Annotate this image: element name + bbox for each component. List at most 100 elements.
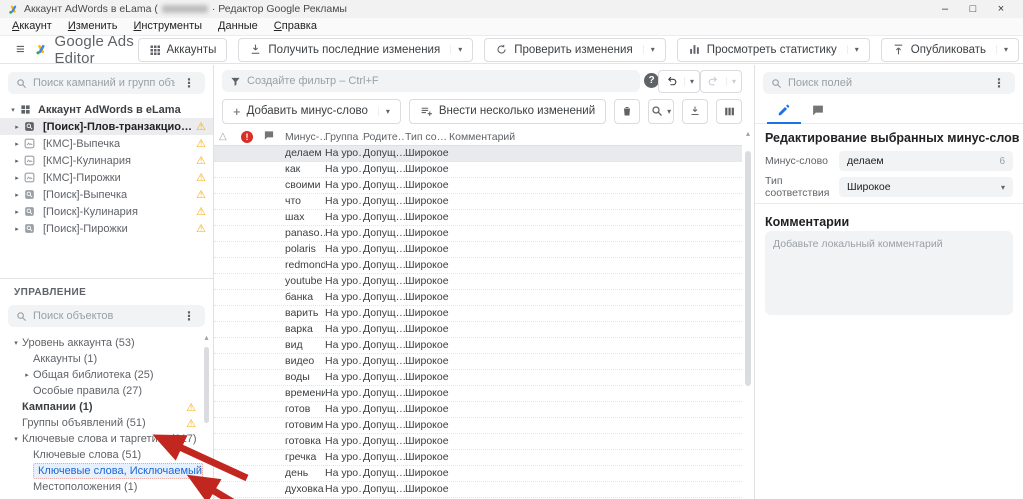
table-row[interactable]: redmondНа уро…Допущ…Широкое: [214, 258, 742, 274]
chevron-down-icon[interactable]: ▾: [642, 45, 655, 54]
scrollbar-thumb[interactable]: [204, 347, 209, 423]
chevron-down-icon[interactable]: ▾: [995, 45, 1008, 54]
comment-textarea[interactable]: [765, 231, 1013, 315]
undo-icon[interactable]: [659, 75, 684, 88]
column-header-parent[interactable]: Родите…: [363, 131, 405, 143]
account-root-item[interactable]: ▾ Аккаунт AdWords в eLama: [0, 101, 213, 118]
help-icon[interactable]: ?: [644, 73, 659, 88]
menu-help[interactable]: Справка: [266, 18, 325, 35]
table-row[interactable]: youtubeНа уро…Допущ…Широкое: [214, 274, 742, 290]
chevron-down-icon[interactable]: ▾: [450, 45, 462, 54]
add-negative-keyword-button[interactable]: + Добавить минус-слово ▾: [222, 98, 401, 124]
table-row[interactable]: гречка На уро…Допущ…Широкое: [214, 450, 742, 466]
table-row[interactable]: духовкаНа уро…Допущ…Широкое: [214, 482, 742, 498]
column-header-comment[interactable]: Комментарий: [449, 131, 742, 143]
minimize-icon[interactable]: –: [931, 0, 959, 18]
expand-icon[interactable]: ▾: [10, 435, 22, 443]
expand-icon[interactable]: ▸: [10, 140, 24, 148]
menu-account[interactable]: Аккаунт: [4, 18, 60, 35]
object-search-box[interactable]: ⋮: [8, 305, 205, 327]
view-statistics-button[interactable]: Просмотреть статистику ▾: [676, 37, 870, 62]
columns-button[interactable]: [716, 98, 743, 124]
expand-icon[interactable]: ▸: [10, 225, 24, 233]
campaign-item[interactable]: ▸ [КМС]-Кулинария ⚠: [0, 152, 213, 169]
management-item[interactable]: Аккаунты (1): [0, 351, 203, 367]
table-row[interactable]: делаемНа уро…Допущ…Широкое: [214, 146, 742, 162]
table-row[interactable]: что На уро…Допущ…Широкое: [214, 194, 742, 210]
maximize-icon[interactable]: □: [959, 0, 987, 18]
management-item[interactable]: ▸ Общая библиотека (25): [0, 367, 203, 383]
campaign-item[interactable]: ▸ [Поиск]-Кулинария ⚠: [0, 203, 213, 220]
find-replace-button[interactable]: ▾: [648, 98, 675, 124]
sidebar-scrollbar[interactable]: ▴: [202, 333, 211, 423]
publish-button[interactable]: Опубликовать ▾: [880, 37, 1019, 62]
close-icon[interactable]: ×: [987, 0, 1015, 18]
bulk-edit-button[interactable]: Внести несколько изменений: [408, 98, 607, 124]
scrollbar-thumb[interactable]: [745, 151, 751, 386]
campaign-item[interactable]: ▸ [Поиск]-Плов-транзакционные ⚠: [0, 118, 213, 135]
field-search-box[interactable]: ⋮: [763, 72, 1015, 94]
campaign-search-input[interactable]: [33, 77, 175, 89]
table-row[interactable]: вид На уро…Допущ…Широкое: [214, 338, 742, 354]
expand-icon[interactable]: ▸: [10, 191, 24, 199]
table-row[interactable]: готов На уро…Допущ…Широкое: [214, 402, 742, 418]
management-item[interactable]: ▾ Ключевые слова и таргетинг (617): [0, 431, 203, 447]
column-header-group[interactable]: Группа …: [325, 131, 363, 143]
match-type-select[interactable]: Широкое ▾: [839, 177, 1013, 197]
filter-input[interactable]: [247, 75, 632, 87]
tab-edit[interactable]: [767, 98, 801, 124]
redo-history-chevron-icon[interactable]: ▾: [726, 77, 741, 86]
field-search-input[interactable]: [788, 77, 985, 89]
table-row[interactable]: как На уро…Допущ…Широкое: [214, 162, 742, 178]
keyword-field[interactable]: 6: [839, 151, 1013, 171]
scroll-up-icon[interactable]: ▴: [202, 333, 211, 342]
undo-history-chevron-icon[interactable]: ▾: [684, 77, 699, 86]
column-header-match-type[interactable]: Тип со…: [405, 131, 449, 143]
expand-icon[interactable]: ▸: [10, 208, 24, 216]
table-row[interactable]: своими На уро…Допущ…Широкое: [214, 178, 742, 194]
table-row[interactable]: воды На уро…Допущ…Широкое: [214, 370, 742, 386]
table-row[interactable]: банка На уро…Допущ…Широкое: [214, 290, 742, 306]
chevron-down-icon[interactable]: ▾: [377, 106, 390, 116]
campaign-item[interactable]: ▸ [КМС]-Пирожки ⚠: [0, 169, 213, 186]
expand-icon[interactable]: ▾: [10, 339, 22, 347]
delete-button[interactable]: [614, 98, 641, 124]
table-row[interactable]: видео На уро…Допущ…Широкое: [214, 354, 742, 370]
chevron-down-icon[interactable]: ▾: [1001, 183, 1005, 192]
get-recent-changes-button[interactable]: Получить последние изменения ▾: [238, 37, 474, 62]
keyword-input[interactable]: [847, 155, 994, 167]
collapse-icon[interactable]: ▾: [6, 106, 20, 114]
table-row[interactable]: времениНа уро…Допущ…Широкое: [214, 386, 742, 402]
campaign-search-box[interactable]: ⋮: [8, 72, 205, 94]
management-item[interactable]: Местоположения (1): [0, 479, 203, 495]
check-changes-button[interactable]: Проверить изменения ▾: [484, 37, 666, 62]
table-row[interactable]: panaso…На уро…Допущ…Широкое: [214, 226, 742, 242]
warning-column-icon[interactable]: △: [219, 131, 241, 142]
chevron-down-icon[interactable]: ▾: [846, 45, 859, 54]
table-row[interactable]: готовимНа уро…Допущ…Широкое: [214, 418, 742, 434]
menu-tools[interactable]: Инструменты: [125, 18, 210, 35]
management-item[interactable]: Ключевые слова, Исключаемый критерий: [0, 463, 203, 479]
campaign-item[interactable]: ▸ [Поиск]-Выпечка ⚠: [0, 186, 213, 203]
redo-icon[interactable]: [701, 75, 726, 88]
table-scrollbar[interactable]: ▴: [743, 129, 753, 499]
expand-icon[interactable]: ▸: [21, 371, 33, 379]
menu-data[interactable]: Данные: [210, 18, 266, 35]
export-button[interactable]: [682, 98, 709, 124]
chevron-down-icon[interactable]: ▾: [667, 107, 671, 116]
expand-icon[interactable]: ▸: [10, 157, 24, 165]
more-options-icon[interactable]: ⋮: [181, 76, 197, 90]
column-header-keyword[interactable]: Минус-…: [285, 131, 325, 143]
table-row[interactable]: варка На уро…Допущ…Широкое: [214, 322, 742, 338]
more-options-icon[interactable]: ⋮: [181, 309, 197, 323]
management-item[interactable]: Группы объявлений (51) ⚠: [0, 415, 203, 431]
error-column-icon[interactable]: !: [241, 130, 253, 143]
table-row[interactable]: polaris На уро…Допущ…Широкое: [214, 242, 742, 258]
management-item[interactable]: Кампании (1) ⚠: [0, 399, 203, 415]
more-options-icon[interactable]: ⋮: [991, 76, 1007, 90]
table-row[interactable]: день На уро…Допущ…Широкое: [214, 466, 742, 482]
comment-column-icon[interactable]: [263, 130, 285, 144]
table-row[interactable]: шах На уро…Допущ…Широкое: [214, 210, 742, 226]
campaign-item[interactable]: ▸ [Поиск]-Пирожки ⚠: [0, 220, 213, 237]
management-item[interactable]: Ключевые слова (51): [0, 447, 203, 463]
